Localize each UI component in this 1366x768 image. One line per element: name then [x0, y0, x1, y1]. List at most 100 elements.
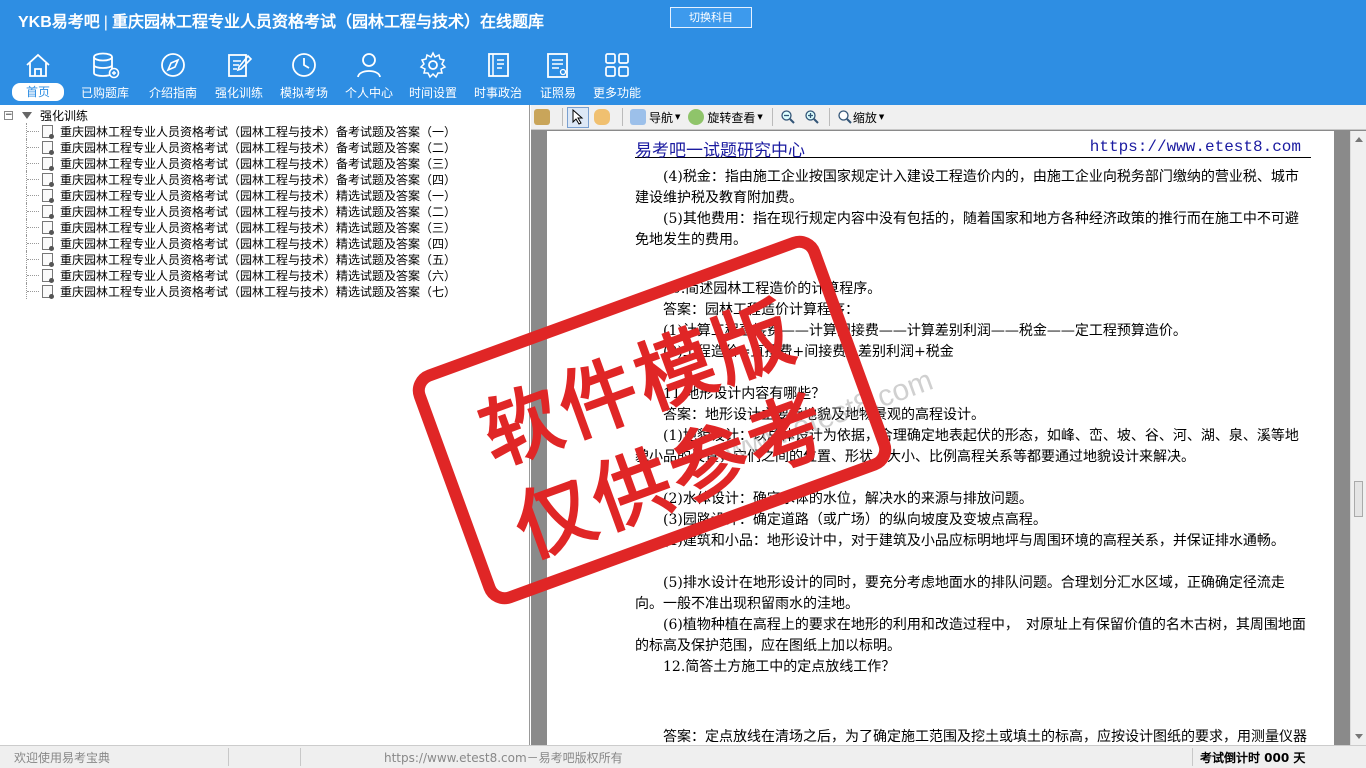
nav-item-label: 证照易: [539, 86, 576, 100]
nav-item-7[interactable]: 时事政治: [466, 44, 530, 104]
tree-item-label: 重庆园林工程专业人员资格考试（园林工程与技术）精选试题及答案（一）: [60, 188, 457, 203]
tree-item[interactable]: 重庆园林工程专业人员资格考试（园林工程与技术）精选试题及答案（七）: [0, 283, 456, 299]
tree-item[interactable]: 重庆园林工程专业人员资格考试（园林工程与技术）备考试题及答案（二）: [0, 139, 456, 155]
tree-item-label: 重庆园林工程专业人员资格考试（园林工程与技术）精选试题及答案（三）: [60, 220, 457, 235]
toolbar-divider: [771, 108, 773, 126]
document-paragraph: 12.简答土方施工中的定点放线工作？: [635, 659, 896, 675]
vertical-scrollbar[interactable]: [1350, 131, 1366, 745]
app-header: YKB易考吧 | 重庆园林工程专业人员资格考试（园林工程与技术）在线题库 切换科目 …: [0, 0, 1366, 105]
toolbar-divider: [622, 108, 623, 126]
open-button[interactable]: [531, 107, 556, 128]
nav-item-label: 模拟考场: [279, 86, 328, 100]
status-welcome: 欢迎使用易考宝典: [14, 751, 111, 765]
nav-item-5[interactable]: 个人中心: [338, 44, 400, 104]
compass-icon: [161, 53, 185, 77]
dropdown-caret-icon: ▼: [878, 113, 885, 121]
scrollbar-thumb[interactable]: [1354, 481, 1363, 517]
tree-connector: [27, 163, 39, 164]
tree-connector: [27, 131, 39, 132]
document-paragraph: 答案：定点放线在清场之后，为了确定施工范围及挖土或填土的标高，应按设计图纸的要求…: [662, 729, 1307, 745]
page-header-url: https://www.etest8.com: [1089, 138, 1301, 156]
scroll-down-icon[interactable]: [1355, 734, 1363, 739]
exam-countdown: 考试倒计时 000 天: [1200, 751, 1306, 765]
hand-icon: [594, 109, 610, 125]
open-file-icon: [534, 109, 550, 125]
toolbar-divider: [562, 108, 563, 126]
rotate-dropdown-label: 旋转查看: [707, 110, 756, 125]
tree-item-label: 重庆园林工程专业人员资格考试（园林工程与技术）备考试题及答案（四）: [60, 172, 457, 187]
zoom-out-button[interactable]: [777, 107, 799, 128]
tree-connector: [27, 195, 39, 196]
nav-dropdown-button[interactable]: 导航 ▼: [627, 107, 683, 128]
hand-tool-button[interactable]: [591, 107, 616, 128]
nav-item-3[interactable]: 强化训练: [208, 44, 270, 104]
tree-connector: [27, 211, 39, 212]
tree-connector: [27, 291, 39, 292]
tree-item-label: 重庆园林工程专业人员资格考试（园林工程与技术）备考试题及答案（二）: [60, 140, 457, 155]
tree-root[interactable]: − 强化训练: [4, 107, 88, 123]
tree-connector: [27, 227, 39, 228]
nav-item-label: 时事政治: [473, 86, 522, 100]
nav-item-label: 已购题库: [80, 86, 129, 100]
page-header-title: 易考吧一试题研究中心: [635, 141, 805, 161]
tree-item[interactable]: 重庆园林工程专业人员资格考试（园林工程与技术）精选试题及答案（四）: [0, 235, 456, 251]
nav-item-1[interactable]: 已购题库: [72, 44, 138, 104]
clock-icon: [292, 53, 316, 77]
dropdown-caret-icon: ▼: [757, 113, 763, 121]
nav-item-6[interactable]: 时间设置: [400, 44, 466, 104]
zoom-icon: [838, 110, 852, 124]
tree-item[interactable]: 重庆园林工程专业人员资格考试（园林工程与技术）精选试题及答案（三）: [0, 219, 456, 235]
nav-item-label: 介绍指南: [148, 86, 197, 100]
zoom-dropdown-label: 缩放: [852, 110, 877, 125]
tree-item[interactable]: 重庆园林工程专业人员资格考试（园林工程与技术）精选试题及答案（五）: [0, 251, 456, 267]
zoom-dropdown-button[interactable]: 缩放 ▼: [834, 107, 887, 128]
nav-item-9[interactable]: 更多功能: [586, 44, 648, 104]
document-paragraph: (4)建筑和小品：地形设计中，对于建筑及小品应标明地坪与周围环境的高程关系，并保…: [635, 533, 1285, 549]
tree-item[interactable]: 重庆园林工程专业人员资格考试（园林工程与技术）备考试题及答案（四）: [0, 171, 456, 187]
document-paragraph: (5)排水设计在地形设计的同时，要充分考虑地面水的排队问题。合理划分汇水区域，正…: [635, 575, 1285, 612]
nav-item-2[interactable]: 介绍指南: [138, 44, 208, 104]
nav-item-label: 更多功能: [592, 86, 641, 100]
switch-subject-button[interactable]: 切换科目: [670, 7, 752, 28]
status-copyright: https://www.etest8.com－易考吧版权所有: [384, 751, 623, 765]
nav-item-8[interactable]: 证照易: [530, 44, 586, 104]
status-bar: 欢迎使用易考宝典 https://www.etest8.com－易考吧版权所有 …: [0, 745, 1366, 768]
tree-item[interactable]: 重庆园林工程专业人员资格考试（园林工程与技术）备考试题及答案（一）: [0, 123, 456, 139]
nav-item-label: 强化训练: [214, 86, 263, 100]
tree-item[interactable]: 重庆园林工程专业人员资格考试（园林工程与技术）精选试题及答案（六）: [0, 267, 456, 283]
document-icon: [42, 156, 54, 171]
tree-root-label: 强化训练: [40, 108, 89, 123]
document-icon: [42, 220, 54, 235]
tree-item[interactable]: 重庆园林工程专业人员资格考试（园林工程与技术）备考试题及答案（三）: [0, 155, 456, 171]
book-icon: [488, 53, 509, 77]
dropdown-caret-icon: ▼: [675, 113, 681, 121]
zoom-out-icon: [781, 110, 795, 124]
nav-item-label: 时间设置: [408, 86, 457, 100]
select-tool-button[interactable]: [567, 106, 589, 128]
nav-item-4[interactable]: 模拟考场: [270, 44, 338, 104]
tree-connector: [27, 147, 39, 148]
tree-item[interactable]: 重庆园林工程专业人员资格考试（园林工程与技术）精选试题及答案（二）: [0, 203, 456, 219]
collapse-toggle-icon[interactable]: −: [4, 110, 13, 120]
nav-item-0[interactable]: 首页: [4, 44, 72, 104]
document-paragraph: (5)其他费用：指在现行规定内容中没有包括的，随着国家和地方各种经济政策的推行而…: [635, 211, 1299, 248]
tree-item-label: 重庆园林工程专业人员资格考试（园林工程与技术）精选试题及答案（六）: [60, 268, 457, 283]
document-icon: [42, 284, 54, 299]
zoom-in-button[interactable]: [801, 107, 823, 128]
toolbar-divider: [828, 108, 830, 126]
tree-item[interactable]: 重庆园林工程专业人员资格考试（园林工程与技术）精选试题及答案（一）: [0, 187, 456, 203]
tree-item-label: 重庆园林工程专业人员资格考试（园林工程与技术）精选试题及答案（四）: [60, 236, 457, 251]
document-icon: [42, 124, 54, 139]
nav-item-label: 个人中心: [344, 86, 393, 100]
document-paragraph: (6)植物种植在高程上的要求在地形的利用和改造过程中， 对原址上有保留价值的名木…: [635, 617, 1306, 654]
edit-icon: [228, 54, 253, 77]
rotate-icon: [688, 109, 705, 125]
document-paragraph: (4)税金：指由施工企业按国家规定计入建设工程造价内的，由施工企业向税务部门缴纳…: [635, 169, 1299, 206]
rotate-dropdown-button[interactable]: 旋转查看 ▼: [685, 107, 765, 128]
navigation-icon: [630, 109, 646, 125]
tree-item-label: 重庆园林工程专业人员资格考试（园林工程与技术）精选试题及答案（五）: [60, 252, 457, 267]
nav-dropdown-label: 导航: [649, 110, 674, 125]
scroll-up-icon[interactable]: [1355, 137, 1363, 142]
document-icon: [42, 252, 54, 267]
database-icon: [93, 52, 120, 79]
